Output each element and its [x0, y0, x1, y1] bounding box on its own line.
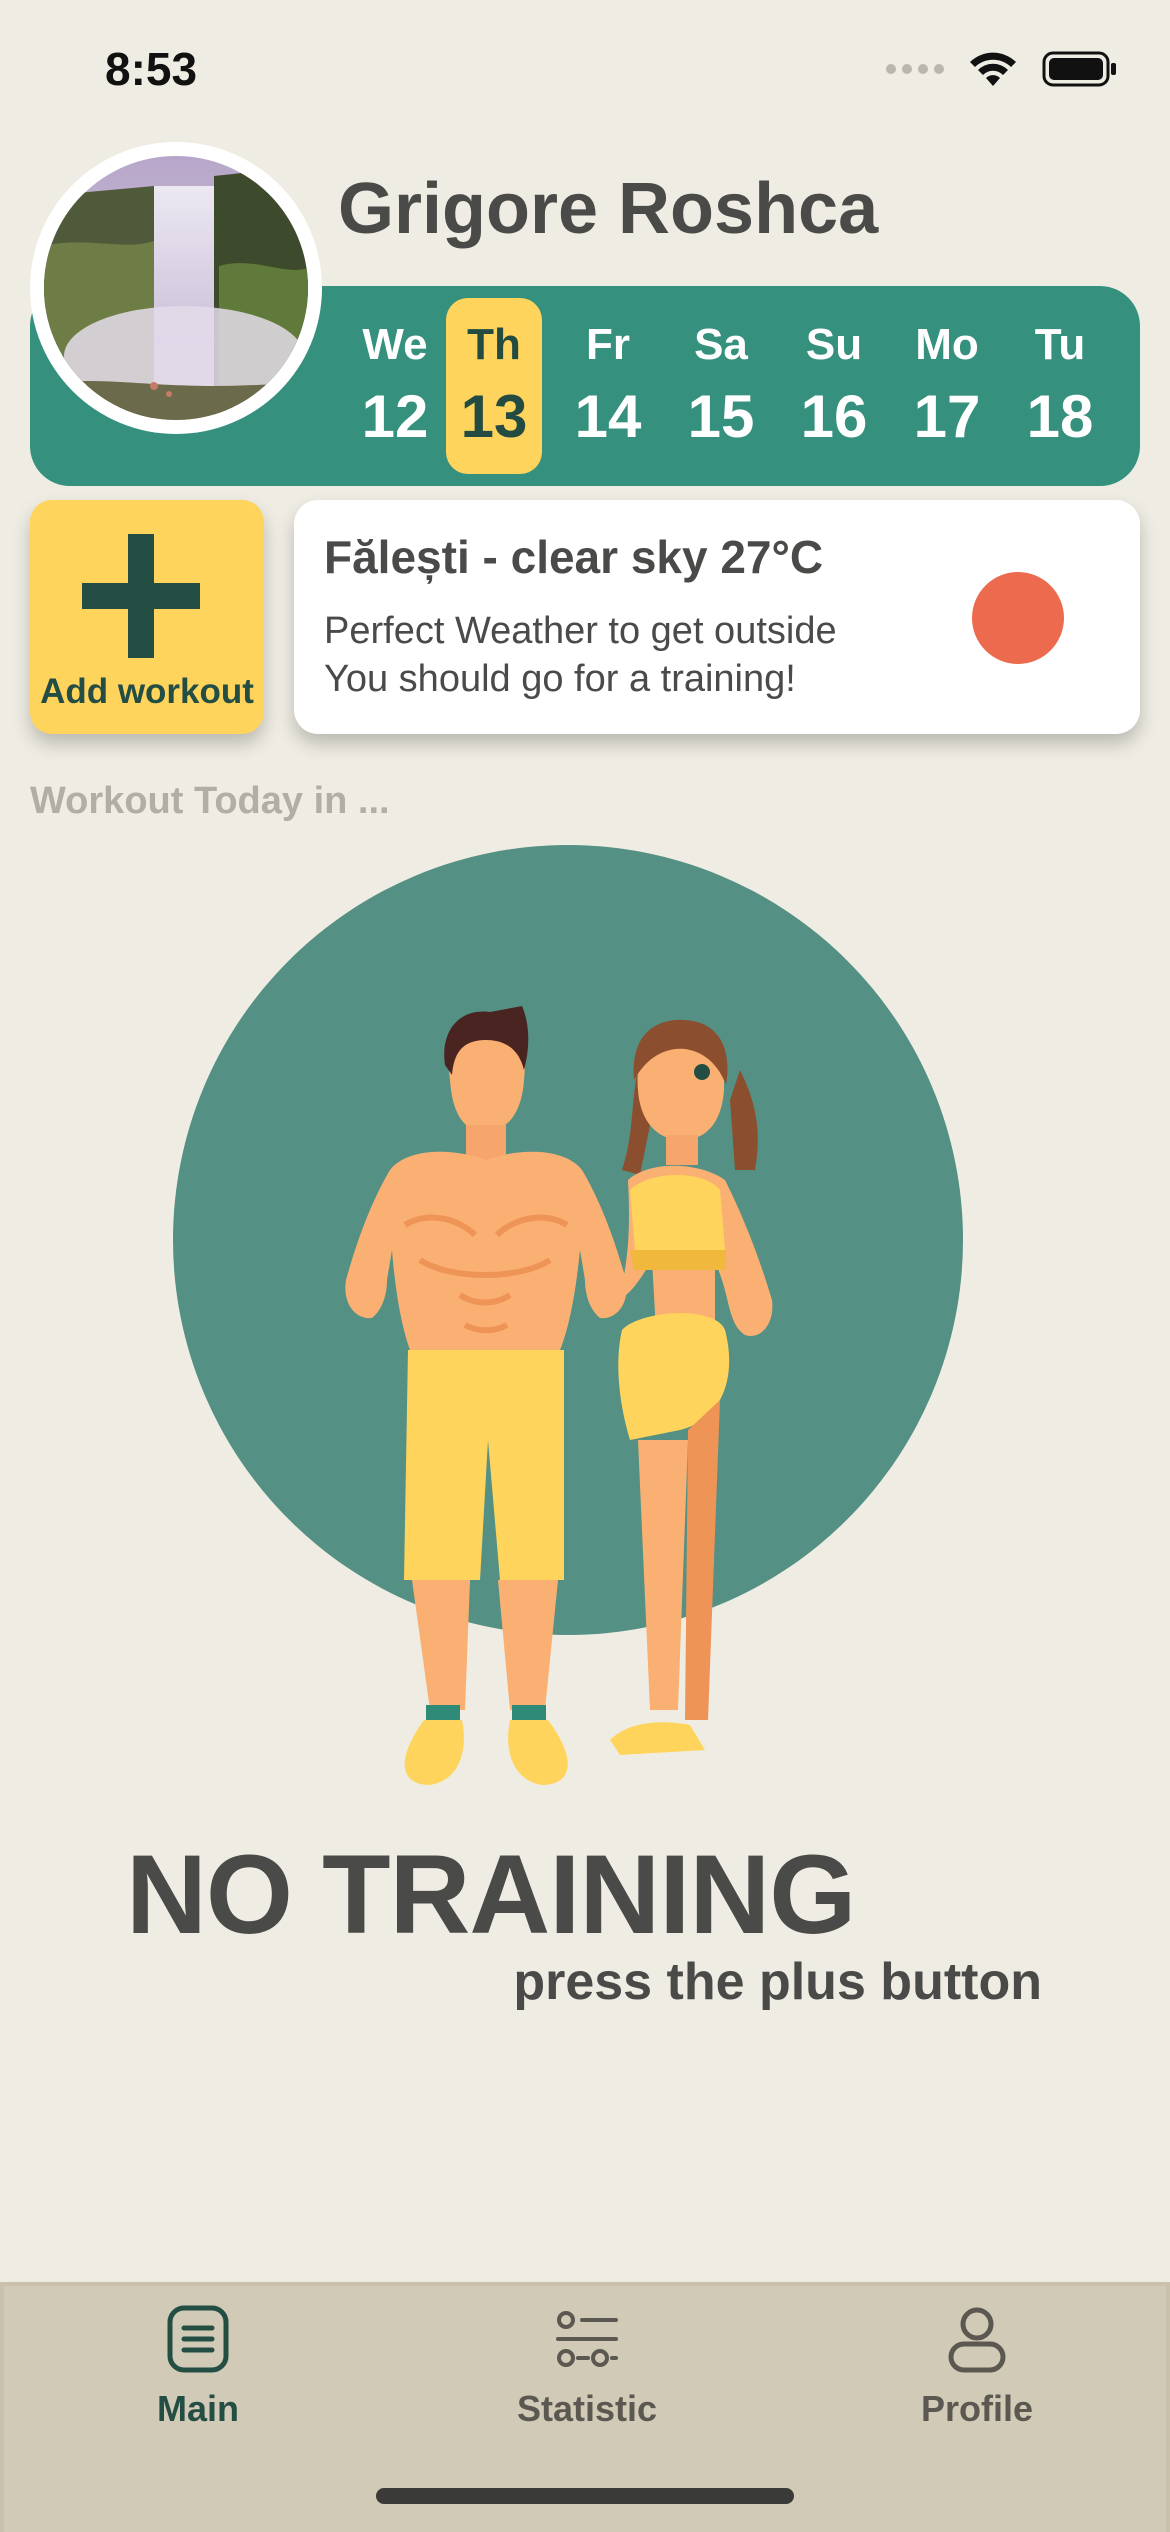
status-icons [886, 50, 1118, 88]
day-tu[interactable]: Tu 18 [1012, 298, 1108, 474]
add-workout-button[interactable]: Add workout [30, 500, 264, 734]
day-fr[interactable]: Fr 14 [560, 298, 656, 474]
list-icon [167, 2305, 229, 2373]
screen: 8:53 We 12 Th 13 Fr 14 Sa 15 Su 16 Mo 17 Tu 18 [0, 0, 1170, 2532]
tab-statistic-label: Statistic [516, 2388, 658, 2429]
day-mo[interactable]: Mo 17 [899, 298, 995, 474]
empty-state-subtitle: press the plus button [513, 1953, 1042, 2011]
tab-main[interactable]: Main [78, 2304, 318, 2430]
weather-card: Fălești - clear sky 27°C Perfect Weather… [294, 500, 1140, 734]
tab-statistic[interactable]: Statistic [467, 2304, 707, 2430]
weather-title: Fălești - clear sky 27°C [324, 531, 824, 583]
day-th-selected[interactable]: Th 13 [446, 298, 542, 474]
avatar[interactable] [30, 142, 322, 434]
day-su[interactable]: Su 16 [786, 298, 882, 474]
empty-state-title: NO TRAINING [126, 1832, 856, 1957]
day-sa[interactable]: Sa 15 [673, 298, 769, 474]
wifi-icon [970, 52, 1016, 86]
tab-profile-label: Profile [920, 2388, 1034, 2429]
section-label: Workout Today in ... [30, 780, 390, 822]
weather-indicator-dot [972, 572, 1064, 664]
avatar-photo [44, 156, 308, 420]
weather-message-line2: You should go for a training! [324, 658, 796, 700]
tab-profile[interactable]: Profile [857, 2304, 1097, 2430]
fitness-couple-illustration [173, 845, 963, 1785]
user-name: Grigore Roshca [338, 169, 879, 249]
signal-icon [886, 64, 944, 74]
sliders-icon [556, 2311, 618, 2367]
add-workout-label: Add workout [40, 672, 254, 711]
day-we[interactable]: We 12 [347, 298, 443, 474]
home-indicator[interactable] [376, 2488, 794, 2504]
battery-icon [1042, 51, 1116, 87]
tab-main-label: Main [156, 2388, 239, 2429]
person-icon [948, 2307, 1006, 2373]
weather-message-line1: Perfect Weather to get outside [324, 610, 837, 652]
plus-icon [82, 534, 200, 658]
status-time: 8:53 [105, 43, 198, 95]
